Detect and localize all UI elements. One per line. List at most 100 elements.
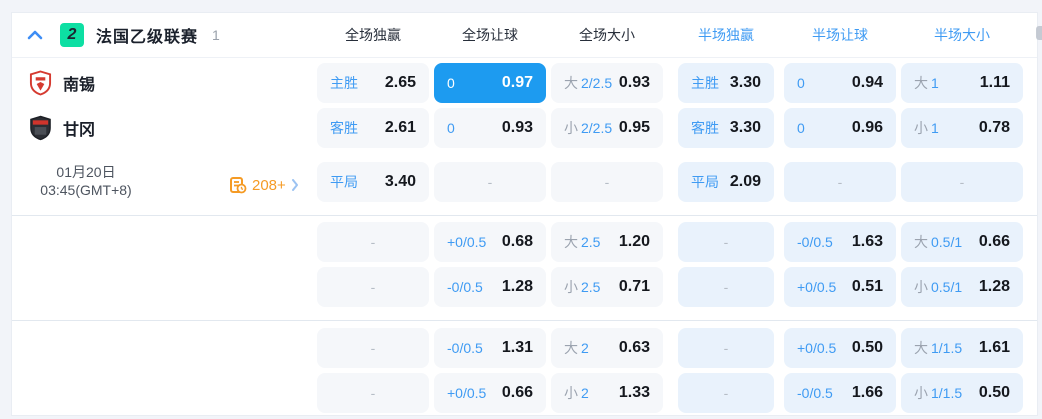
odds-cell-r4-c5[interactable]: -0/0.5 1.63 (784, 222, 896, 262)
odds-value: 0.51 (851, 278, 883, 295)
match-datetime: 01月20日 03:45(GMT+8) (18, 163, 154, 199)
odds-label: 0 (447, 75, 455, 91)
odds-cell-r7-c1: - (317, 373, 429, 413)
column-header-4: 半场独赢 (698, 27, 754, 43)
odds-value: 3.40 (384, 173, 416, 190)
odds-value: 1.28 (501, 278, 533, 295)
odds-label: +0/0.5 (447, 385, 486, 401)
odds-cell-r7-c3[interactable]: 小 2 1.33 (551, 373, 663, 413)
away-team-row: 甘冈 (29, 108, 95, 148)
handicap-line: +0/0.5 (447, 385, 487, 401)
odds-cell-r5-c2[interactable]: -0/0.5 1.28 (434, 267, 546, 307)
odds-cell-r5-c6[interactable]: 小 0.5/1 1.28 (901, 267, 1023, 307)
odds-cell-r2-c2[interactable]: 0 0.93 (434, 108, 546, 148)
handicap-line: 0 (797, 75, 805, 91)
odds-value: 3.30 (729, 74, 761, 91)
odds-value: 0.96 (851, 119, 883, 136)
odds-value: 2.09 (729, 173, 761, 190)
odds-value: 1.31 (501, 339, 533, 356)
match-time: 03:45(GMT+8) (40, 182, 132, 198)
odds-cell-r1-c2[interactable]: 0 0.97 (434, 63, 546, 103)
odds-cell-r7-c2[interactable]: +0/0.5 0.66 (434, 373, 546, 413)
pick-label: 平局 (691, 174, 719, 190)
home-team-name: 南锡 (63, 77, 96, 94)
odds-cell-r4-c6[interactable]: 大 0.5/1 0.66 (901, 222, 1023, 262)
odds-cell-r2-c1[interactable]: 客胜 2.61 (317, 108, 429, 148)
empty-odds-dash: - (370, 340, 376, 356)
odds-cell-r3-c2: - (434, 162, 546, 202)
odds-cell-r1-c3[interactable]: 大 2/2.5 0.93 (551, 63, 663, 103)
empty-odds-dash: - (959, 174, 965, 190)
over-under-side: 大 (564, 75, 578, 91)
odds-label: 平局 (691, 172, 719, 192)
odds-cell-r6-c3[interactable]: 大 2 0.63 (551, 328, 663, 368)
odds-cell-r7-c5[interactable]: -0/0.5 1.66 (784, 373, 896, 413)
odds-value: 0.71 (618, 278, 650, 295)
odds-cell-r1-c5[interactable]: 0 0.94 (784, 63, 896, 103)
odds-cell-r1-c1[interactable]: 主胜 2.65 (317, 63, 429, 103)
odds-label: -0/0.5 (797, 234, 833, 250)
column-header-5: 半场让球 (812, 27, 868, 43)
odds-value: 0.68 (501, 233, 533, 250)
odds-value: 3.30 (729, 119, 761, 136)
odds-cell-r2-c4[interactable]: 客胜 3.30 (678, 108, 774, 148)
odds-cell-r3-c3: - (551, 162, 663, 202)
odds-cell-r3-c4[interactable]: 平局 2.09 (678, 162, 774, 202)
odds-cell-r4-c3[interactable]: 大 2.5 1.20 (551, 222, 663, 262)
odds-label: -0/0.5 (447, 340, 483, 356)
home-team-logo (29, 70, 52, 96)
odds-cell-r3-c6: - (901, 162, 1023, 202)
empty-odds-dash: - (487, 174, 493, 190)
odds-cell-r2-c5[interactable]: 0 0.96 (784, 108, 896, 148)
odds-cell-r1-c6[interactable]: 大 1 1.11 (901, 63, 1023, 103)
handicap-line: +0/0.5 (447, 234, 487, 250)
odds-cell-r7-c4: - (678, 373, 774, 413)
odds-cell-r4-c2[interactable]: +0/0.5 0.68 (434, 222, 546, 262)
league-header-left: 2 法国乙级联赛 1 (24, 13, 220, 57)
odds-cell-r3-c1[interactable]: 平局 3.40 (317, 162, 429, 202)
odds-label: 大 2/2.5 (564, 73, 612, 93)
odds-cell-r5-c5[interactable]: +0/0.5 0.51 (784, 267, 896, 307)
handicap-line: 0 (447, 120, 455, 136)
odds-cell-r6-c4: - (678, 328, 774, 368)
odds-value: 0.78 (978, 119, 1010, 136)
column-header-1: 全场独赢 (345, 27, 401, 43)
column-header-3: 全场大小 (579, 27, 635, 43)
odds-cell-r5-c3[interactable]: 小 2.5 0.71 (551, 267, 663, 307)
empty-odds-dash: - (370, 385, 376, 401)
odds-value: 1.11 (979, 74, 1010, 91)
home-team-row: 南锡 (29, 63, 95, 103)
over-under-line: 1/1.5 (931, 385, 963, 401)
pick-label: 主胜 (691, 75, 719, 91)
more-markets-link[interactable]: 208+ (229, 175, 299, 195)
over-under-side: 小 (564, 279, 578, 295)
odds-cell-r6-c2[interactable]: -0/0.5 1.31 (434, 328, 546, 368)
odds-cell-r2-c3[interactable]: 小 2/2.5 0.95 (551, 108, 663, 148)
over-under-line: 1 (931, 75, 939, 91)
over-under-side: 小 (564, 385, 578, 401)
odds-value: 1.28 (978, 278, 1010, 295)
away-team-name: 甘冈 (63, 122, 96, 139)
odds-value: 2.61 (384, 119, 416, 136)
over-under-line: 2/2.5 (581, 75, 613, 91)
empty-odds-dash: - (604, 174, 610, 190)
odds-value: 0.50 (978, 384, 1010, 401)
odds-cell-r2-c6[interactable]: 小 1 0.78 (901, 108, 1023, 148)
odds-value: 1.20 (618, 233, 650, 250)
odds-cell-r1-c4[interactable]: 主胜 3.30 (678, 63, 774, 103)
over-under-side: 小 (914, 120, 928, 136)
empty-odds-dash: - (837, 174, 843, 190)
odds-label: +0/0.5 (797, 279, 836, 295)
collapse-button[interactable] (24, 24, 46, 46)
odds-cell-r6-c6[interactable]: 大 1/1.5 1.61 (901, 328, 1023, 368)
odds-cell-r7-c6[interactable]: 小 1/1.5 0.50 (901, 373, 1023, 413)
cutoff-edge-icon[interactable] (1036, 26, 1042, 40)
handicap-line: -0/0.5 (447, 279, 483, 295)
empty-odds-dash: - (370, 234, 376, 250)
over-under-side: 小 (914, 279, 928, 295)
odds-cell-r6-c5[interactable]: +0/0.5 0.50 (784, 328, 896, 368)
odds-value: 1.33 (618, 384, 650, 401)
empty-odds-dash: - (370, 279, 376, 295)
odds-label: 平局 (330, 172, 358, 192)
odds-cell-r3-c5: - (784, 162, 896, 202)
